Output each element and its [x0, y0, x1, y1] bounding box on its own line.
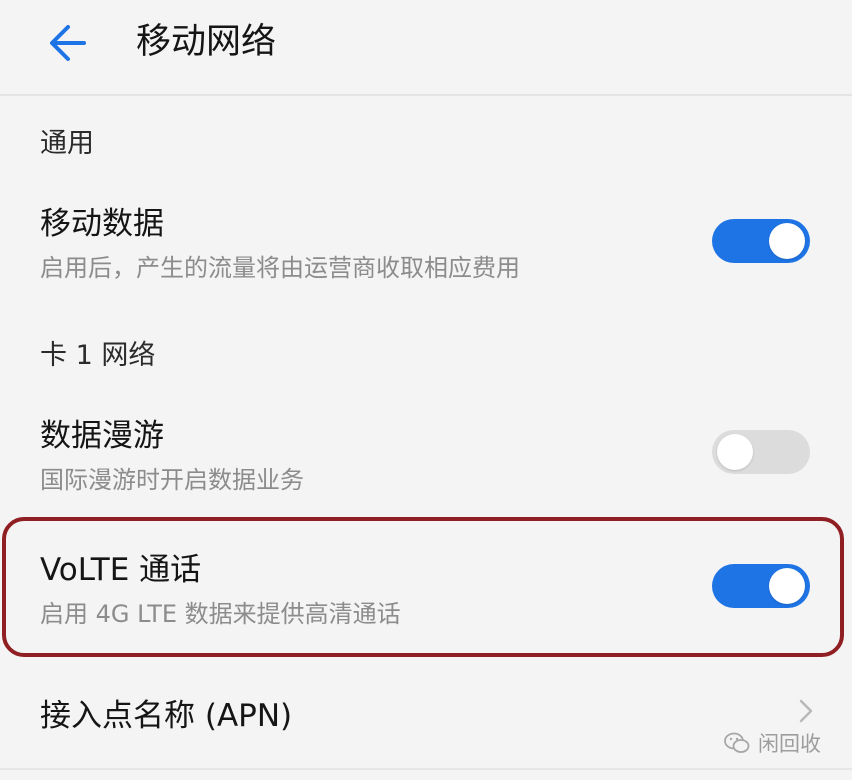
back-arrow-icon — [50, 25, 86, 61]
toggle-knob — [769, 223, 805, 259]
wechat-icon — [724, 732, 750, 753]
volte-toggle[interactable] — [712, 564, 810, 608]
watermark-text: 闲回收 — [758, 732, 821, 756]
top-app-bar: 移动网络 — [0, 0, 852, 96]
bottom-divider — [0, 768, 852, 770]
data-roaming-title: 数据漫游 — [40, 418, 164, 454]
page-title: 移动网络 — [136, 22, 277, 62]
mobile-data-title: 移动数据 — [40, 206, 164, 242]
back-button[interactable] — [28, 10, 100, 76]
chevron-right-icon — [799, 699, 813, 723]
data-roaming-subtitle: 国际漫游时开启数据业务 — [40, 466, 304, 494]
apn-title: 接入点名称 (APN) — [40, 698, 293, 734]
mobile-data-row[interactable]: 移动数据 启用后，产生的流量将由运营商收取相应费用 — [0, 190, 852, 292]
data-roaming-row[interactable]: 数据漫游 国际漫游时开启数据业务 — [0, 402, 852, 506]
toggle-knob — [769, 568, 805, 604]
toggle-knob — [717, 434, 753, 470]
mobile-data-toggle[interactable] — [712, 219, 810, 263]
volte-title: VoLTE 通话 — [40, 552, 202, 588]
mobile-data-subtitle: 启用后，产生的流量将由运营商收取相应费用 — [40, 254, 520, 282]
data-roaming-toggle[interactable] — [712, 430, 810, 474]
volte-subtitle: 启用 4G LTE 数据来提供高清通话 — [40, 600, 401, 628]
section-header-sim1-network: 卡 1 网络 — [40, 340, 156, 371]
section-header-general: 通用 — [40, 128, 94, 159]
watermark: 闲回收 — [724, 728, 821, 758]
volte-row[interactable]: VoLTE 通话 启用 4G LTE 数据来提供高清通话 — [0, 536, 852, 640]
